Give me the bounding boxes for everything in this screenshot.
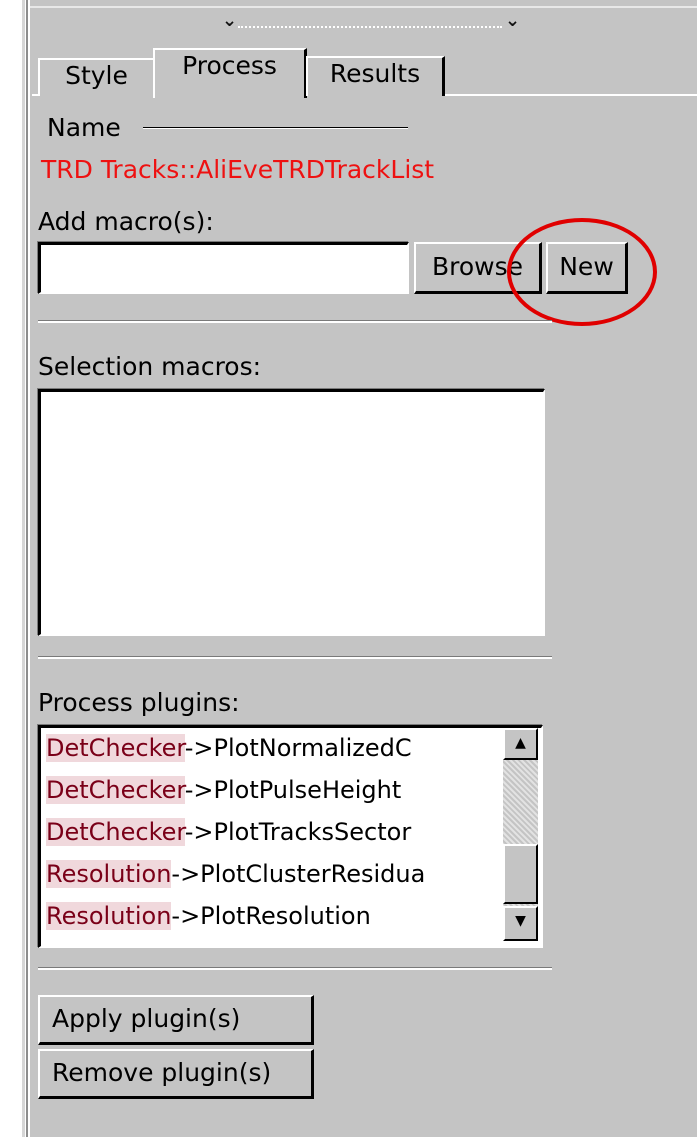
plugin-class: DetChecker [46, 734, 185, 762]
chevron-down-icon[interactable]: ⌄ [505, 12, 520, 30]
window-border-shadow [26, 0, 28, 1137]
plugin-class: DetChecker [46, 776, 185, 804]
remove-plugins-button[interactable]: Remove plugin(s) [38, 1049, 314, 1099]
process-plugins-label: Process plugins: [38, 688, 240, 717]
plugin-method: ->PlotResolution [171, 902, 371, 930]
tab-results[interactable]: Results [306, 56, 445, 96]
separator [38, 656, 552, 659]
chevron-down-icon[interactable]: ⌄ [222, 12, 237, 30]
apply-plugins-button[interactable]: Apply plugin(s) [38, 995, 314, 1045]
scroll-down-arrow-icon[interactable]: ▼ [503, 906, 538, 941]
tab-process[interactable]: Process [153, 48, 307, 98]
list-item[interactable]: DetChecker->PlotTracksSector [46, 817, 500, 847]
red-circle-highlight [507, 218, 657, 326]
plugin-class: DetChecker [46, 818, 185, 846]
macro-path-input[interactable] [38, 242, 409, 294]
tab-style-label: Style [65, 61, 128, 90]
selection-macros-list[interactable] [38, 389, 545, 636]
list-item[interactable]: DetChecker->PlotNormalizedC [46, 733, 500, 763]
plugin-rows: DetChecker->PlotNormalizedC DetChecker->… [46, 733, 500, 931]
selection-macros-label: Selection macros: [38, 352, 262, 381]
plugin-class: Resolution [46, 860, 172, 888]
list-item[interactable]: DetChecker->PlotPulseHeight [46, 775, 500, 805]
plugin-method: ->PlotClusterResidua [171, 860, 426, 888]
plugin-method: ->PlotNormalizedC [184, 734, 412, 762]
plugin-method: ->PlotPulseHeight [184, 776, 402, 804]
tab-process-label: Process [182, 51, 277, 80]
name-group-rule [143, 127, 408, 129]
plugin-method: ->PlotTracksSector [184, 818, 412, 846]
plugin-class: Resolution [46, 902, 172, 930]
tab-results-label: Results [329, 59, 421, 88]
separator [38, 320, 552, 323]
window-border [22, 0, 25, 1137]
add-macro-label: Add macro(s): [38, 207, 214, 236]
collapse-handle[interactable] [238, 26, 502, 28]
tab-style[interactable]: Style [38, 58, 155, 96]
list-item[interactable]: Resolution->PlotResolution [46, 901, 500, 931]
name-group-title: Name [47, 113, 121, 142]
process-plugins-list[interactable]: DetChecker->PlotNormalizedC DetChecker->… [38, 725, 543, 948]
top-bevel [30, 6, 697, 8]
scroll-up-arrow-icon[interactable]: ▲ [503, 728, 538, 760]
scrollbar-thumb[interactable] [503, 844, 538, 904]
separator [38, 967, 552, 970]
object-name: TRD Tracks::AliEveTRDTrackList [41, 155, 435, 184]
list-item[interactable]: Resolution->PlotClusterResidua [46, 859, 500, 889]
